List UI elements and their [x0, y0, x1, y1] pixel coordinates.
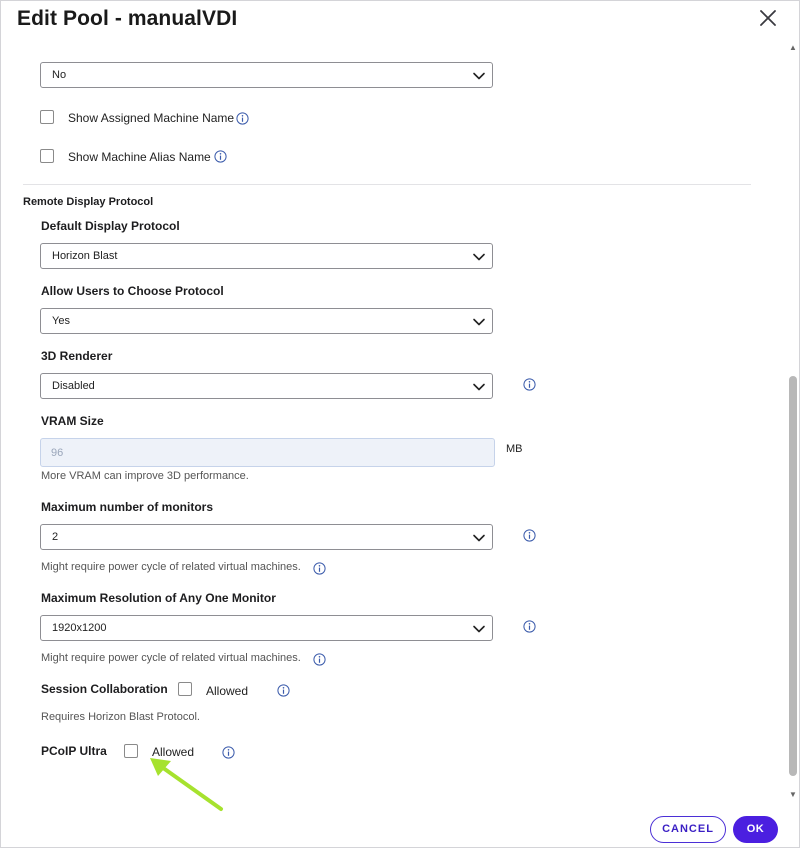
renderer-label: 3D Renderer	[41, 349, 113, 363]
section-title: Remote Display Protocol	[23, 196, 154, 208]
show-assigned-checkbox[interactable]	[40, 110, 54, 124]
default-protocol-value: Horizon Blast	[52, 250, 118, 262]
collab-label: Session Collaboration	[41, 682, 168, 696]
info-icon[interactable]	[523, 378, 536, 391]
pcoip-checkbox[interactable]	[124, 744, 138, 758]
show-alias-label: Show Machine Alias Name	[68, 150, 211, 164]
resolution-label: Maximum Resolution of Any One Monitor	[41, 591, 276, 605]
collab-checkbox-label: Allowed	[206, 684, 249, 698]
monitors-label: Maximum number of monitors	[41, 500, 214, 514]
info-icon[interactable]	[277, 684, 290, 697]
chevron-down-icon	[473, 625, 485, 633]
annotation-arrow-icon	[150, 758, 223, 811]
resolution-select[interactable]: 1920x1200	[40, 615, 493, 641]
section-divider	[23, 184, 751, 185]
scroll-thumb[interactable]	[789, 376, 797, 776]
allow-choose-label: Allow Users to Choose Protocol	[41, 284, 224, 298]
dialog-title: Edit Pool - manualVDI	[17, 7, 238, 30]
monitors-select[interactable]: 2	[40, 524, 493, 550]
vram-help: More VRAM can improve 3D performance.	[41, 470, 249, 482]
edit-pool-dialog: Edit Pool - manualVDI ▲ ▼ No Show Assign…	[0, 0, 800, 848]
resolution-help: Might require power cycle of related vir…	[41, 652, 301, 664]
pcoip-label: PCoIP Ultra	[41, 744, 107, 758]
scroll-up-icon[interactable]: ▲	[789, 43, 797, 52]
default-protocol-select[interactable]: Horizon Blast	[40, 243, 493, 269]
close-icon[interactable]	[757, 7, 779, 29]
vram-input: 96	[40, 438, 495, 467]
scroll-down-icon[interactable]: ▼	[789, 790, 797, 799]
renderer-value: Disabled	[52, 380, 95, 392]
monitors-help: Might require power cycle of related vir…	[41, 561, 301, 573]
info-icon[interactable]	[523, 529, 536, 542]
info-icon[interactable]	[313, 653, 326, 666]
scrollbar[interactable]: ▲ ▼	[787, 43, 799, 799]
chevron-down-icon	[473, 72, 485, 80]
top-select-value: No	[52, 69, 67, 81]
chevron-down-icon	[473, 383, 485, 391]
show-assigned-label: Show Assigned Machine Name	[68, 111, 235, 125]
info-icon[interactable]	[313, 562, 326, 575]
vram-value: 96	[51, 447, 64, 459]
info-icon[interactable]	[523, 620, 536, 633]
cancel-button[interactable]: CANCEL	[650, 816, 726, 843]
monitors-value: 2	[52, 531, 59, 543]
resolution-value: 1920x1200	[52, 622, 107, 634]
vram-label: VRAM Size	[41, 414, 104, 428]
chevron-down-icon	[473, 253, 485, 261]
vram-unit: MB	[506, 443, 523, 455]
collab-help: Requires Horizon Blast Protocol.	[41, 711, 200, 723]
info-icon[interactable]	[214, 150, 227, 163]
chevron-down-icon	[473, 318, 485, 326]
default-protocol-label: Default Display Protocol	[41, 219, 180, 233]
renderer-select[interactable]: Disabled	[40, 373, 493, 399]
show-alias-checkbox[interactable]	[40, 149, 54, 163]
allow-choose-value: Yes	[52, 315, 70, 327]
info-icon[interactable]	[236, 112, 249, 125]
collab-checkbox[interactable]	[178, 682, 192, 696]
ok-button[interactable]: OK	[733, 816, 778, 843]
top-select[interactable]: No	[40, 62, 493, 88]
allow-choose-select[interactable]: Yes	[40, 308, 493, 334]
chevron-down-icon	[473, 534, 485, 542]
